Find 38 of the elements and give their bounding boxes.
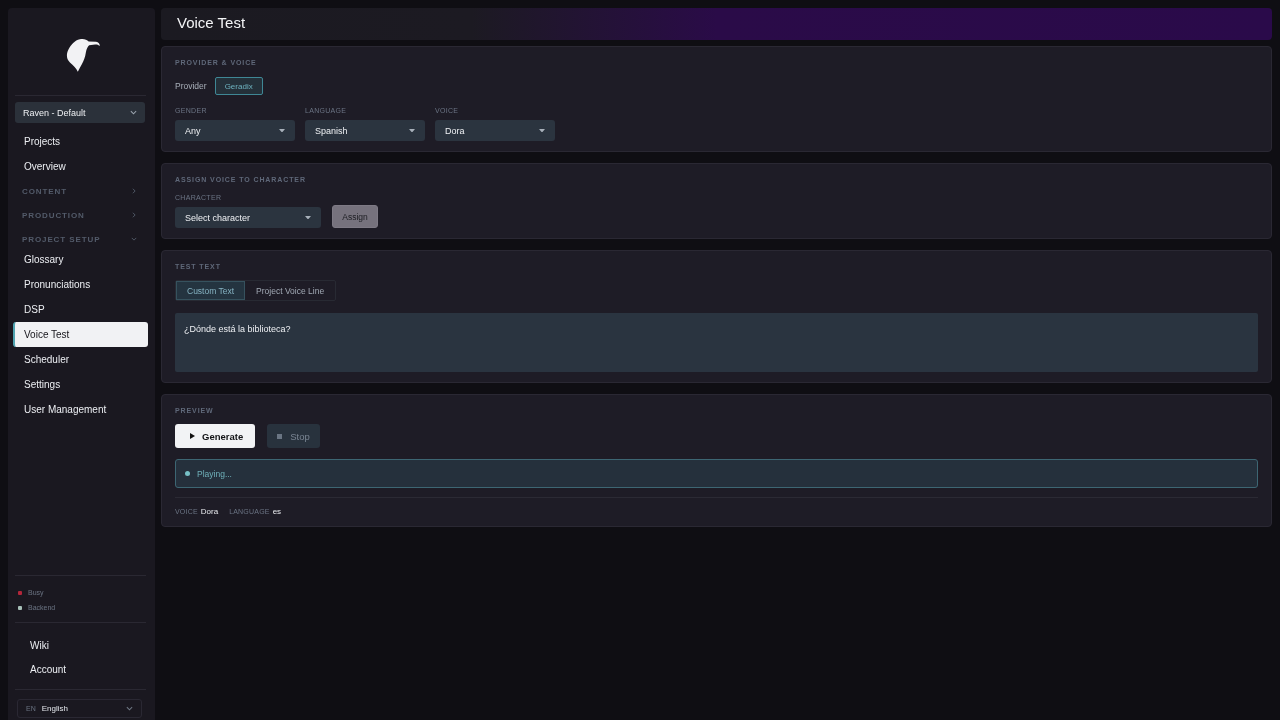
generate-button[interactable]: Generate [175, 424, 256, 448]
play-icon [190, 433, 195, 439]
chevron-right-icon [132, 188, 136, 194]
page-title: Voice Test [177, 13, 246, 31]
nav-item[interactable]: User Management [13, 397, 148, 422]
caret-down-icon [409, 128, 415, 133]
caret-down-icon [279, 128, 285, 133]
nav-item[interactable]: Scheduler [13, 347, 148, 372]
tab[interactable]: Custom Text [176, 281, 246, 300]
dropdown-select[interactable]: Dora [435, 120, 555, 141]
caret-down-icon [305, 215, 311, 220]
nav-item[interactable]: Settings [13, 372, 148, 397]
text-input-field[interactable]: ¿Dónde está la biblioteca? [175, 313, 1258, 372]
nav-link[interactable]: Account [13, 657, 148, 681]
dropdown-select[interactable]: Select character [175, 207, 321, 228]
provider-chip[interactable]: Geradix [214, 77, 263, 95]
provider-label: Provider [175, 81, 207, 91]
nav-item[interactable]: Projects [13, 129, 148, 154]
dropdown-select[interactable]: Any [175, 120, 295, 141]
chevron-down-icon [131, 237, 137, 241]
nav-item[interactable]: Voice Test [13, 322, 148, 347]
dropdown-select[interactable]: Spanish [305, 120, 425, 141]
nav-item[interactable]: Overview [13, 154, 148, 179]
chevron-down-icon [126, 706, 133, 711]
nav-item[interactable]: Pronunciations [13, 272, 148, 297]
bird-head-logo [65, 38, 100, 72]
meta-value: es [272, 506, 282, 516]
project-select[interactable]: Raven - Default [15, 102, 145, 123]
caret-down-icon [539, 128, 545, 133]
nav-item[interactable]: DSP [13, 297, 148, 322]
stop-icon [277, 433, 283, 439]
meta-value: Dora [200, 506, 219, 516]
chevron-down-icon [130, 110, 137, 115]
tab[interactable]: Project Voice Line [245, 281, 336, 300]
chevron-right-icon [132, 212, 136, 218]
status-text: Playing... [197, 468, 232, 479]
status-dot-icon [185, 471, 190, 476]
nav-link[interactable]: Wiki [13, 633, 148, 657]
